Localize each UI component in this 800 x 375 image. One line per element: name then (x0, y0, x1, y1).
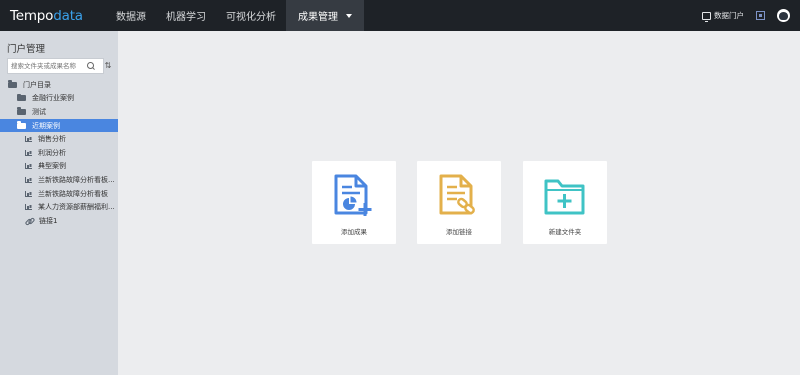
main-content: 添加成果 添加链接 新建文件夹 (118, 31, 800, 375)
search-box (7, 58, 104, 74)
new-folder-label: 新建文件夹 (548, 228, 582, 236)
folder-open-icon (17, 121, 26, 129)
bar-chart-icon (25, 190, 32, 197)
tree-item-result[interactable]: 兰新铁路故障分析看板... (0, 173, 118, 187)
tree-item-result[interactable]: 典型案例 (0, 160, 118, 174)
add-link-card[interactable]: 添加链接 (417, 161, 501, 244)
tree-item-portal-root[interactable]: 门户目录 (0, 78, 118, 92)
new-folder-icon (544, 179, 585, 215)
portal-sidebar: 门户管理 ⇅ 门户目录 金融行业案例 测试 近期案例 销售分析 利润分析 典型案… (0, 31, 118, 375)
folder-icon (8, 80, 17, 88)
folder-tree: 门户目录 金融行业案例 测试 近期案例 销售分析 利润分析 典型案例 兰新铁路故… (0, 78, 118, 228)
bar-chart-icon (25, 136, 32, 143)
top-navigation-bar: Tempodata 数据源 机器学习 可视化分析 成果管理 数据门户 (0, 0, 800, 31)
bar-chart-icon (25, 163, 32, 170)
tree-item-result[interactable]: 销售分析 (0, 132, 118, 146)
app-logo[interactable]: Tempodata (0, 8, 106, 24)
new-folder-card[interactable]: 新建文件夹 (523, 161, 607, 244)
chevron-down-icon (346, 13, 352, 18)
add-link-label: 添加链接 (446, 228, 472, 236)
qr-code-icon[interactable] (756, 11, 765, 20)
add-link-icon (439, 174, 475, 215)
tree-item-result[interactable]: 兰新铁路故障分析看板 (0, 187, 118, 201)
folder-icon (17, 93, 26, 102)
bar-chart-icon (25, 149, 32, 156)
add-result-icon (334, 174, 372, 216)
tree-item-link[interactable]: 链接1 (0, 214, 118, 228)
main-nav: 数据源 机器学习 可视化分析 成果管理 (106, 0, 364, 31)
tree-item-result[interactable]: 利润分析 (0, 146, 118, 160)
tree-item-folder[interactable]: 测试 (0, 105, 118, 119)
sort-icon[interactable]: ⇅ (104, 58, 112, 74)
nav-item-data-source[interactable]: 数据源 (106, 0, 156, 31)
tree-item-result[interactable]: 某人力资源部薪酬福利... (0, 200, 118, 214)
header-actions: 数据门户 (702, 0, 800, 31)
data-portal-link[interactable]: 数据门户 (702, 10, 744, 22)
link-icon (25, 217, 33, 225)
search-icon[interactable] (86, 61, 96, 71)
bar-chart-icon (25, 176, 32, 183)
add-result-card[interactable]: 添加成果 (312, 161, 396, 244)
folder-icon (17, 107, 26, 115)
nav-item-visual-analysis[interactable]: 可视化分析 (216, 0, 286, 31)
user-avatar[interactable] (777, 9, 790, 22)
search-input[interactable] (8, 59, 84, 73)
monitor-icon (702, 11, 711, 22)
tree-item-folder[interactable]: 金融行业案例 (0, 92, 118, 106)
nav-item-results-management[interactable]: 成果管理 (286, 0, 364, 31)
sidebar-title: 门户管理 (7, 44, 46, 55)
add-result-label: 添加成果 (341, 228, 367, 236)
tree-item-folder-selected[interactable]: 近期案例 (0, 118, 118, 133)
nav-item-machine-learning[interactable]: 机器学习 (156, 0, 216, 31)
bar-chart-icon (25, 204, 32, 211)
